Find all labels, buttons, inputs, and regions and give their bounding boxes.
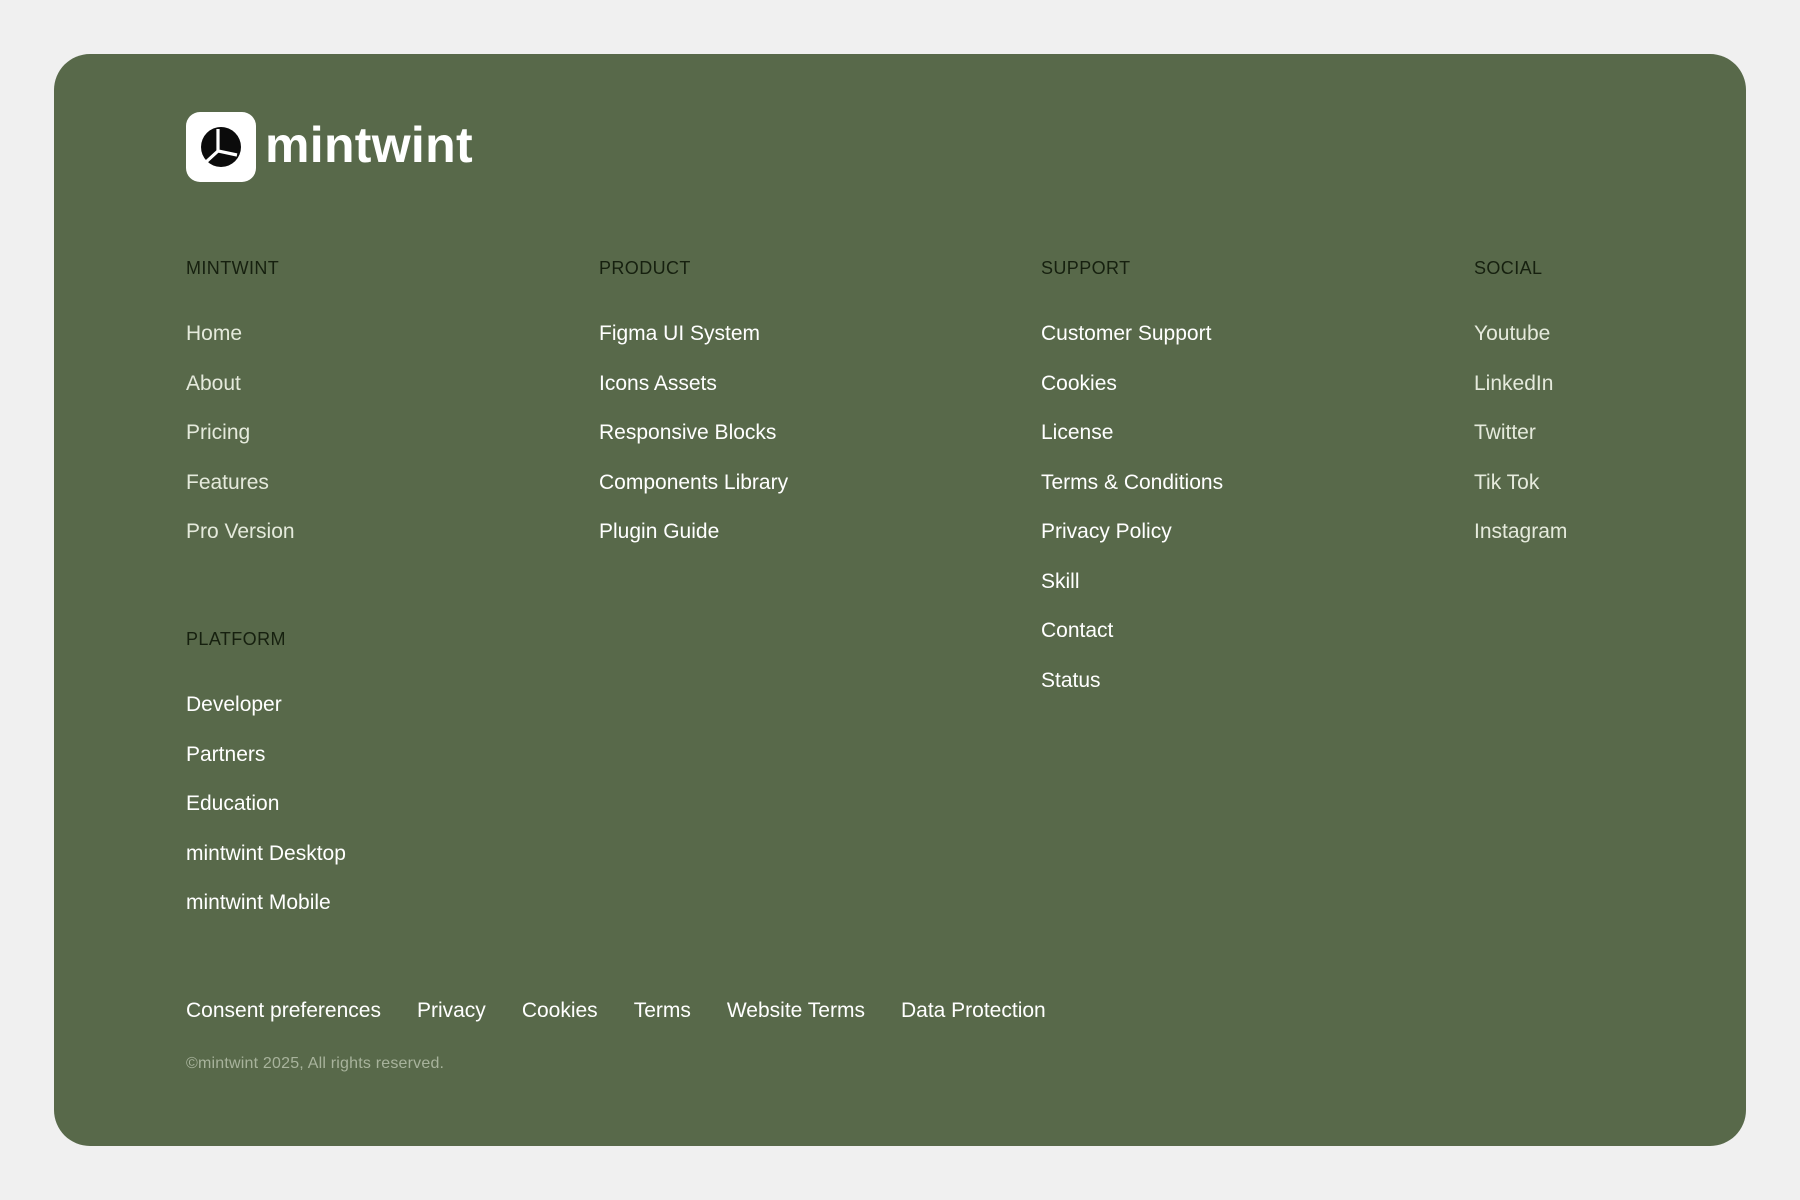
copyright-text: ©mintwint 2025, All rights reserved. bbox=[186, 1055, 445, 1072]
list-item: Developer bbox=[186, 690, 346, 740]
list-item: Contact bbox=[1041, 616, 1223, 666]
brand-name: mintwint bbox=[265, 117, 473, 173]
footer-link-about[interactable]: About bbox=[186, 372, 241, 395]
list-item: Home bbox=[186, 319, 295, 369]
list-item: Twitter bbox=[1474, 418, 1567, 468]
list-item: License bbox=[1041, 418, 1223, 468]
list-item: Figma UI System bbox=[599, 319, 788, 369]
list-item: Instagram bbox=[1474, 517, 1567, 567]
list-item: LinkedIn bbox=[1474, 369, 1567, 419]
list-item: Pricing bbox=[186, 418, 295, 468]
footer-link-contact[interactable]: Contact bbox=[1041, 619, 1113, 642]
list-item: About bbox=[186, 369, 295, 419]
list-item: mintwint Mobile bbox=[186, 888, 346, 938]
footer-column-platform: PLATFORM Developer Partners Education mi… bbox=[186, 624, 346, 938]
footer-link-icons-assets[interactable]: Icons Assets bbox=[599, 372, 717, 395]
legal-link-privacy[interactable]: Privacy bbox=[417, 996, 486, 1026]
legal-link-website-terms[interactable]: Website Terms bbox=[727, 996, 865, 1026]
legal-link-consent-preferences[interactable]: Consent preferences bbox=[186, 996, 381, 1026]
list-item: Icons Assets bbox=[599, 369, 788, 419]
list-item: mintwint Desktop bbox=[186, 839, 346, 889]
legal-link-cookies[interactable]: Cookies bbox=[522, 996, 598, 1026]
footer-link-terms-conditions[interactable]: Terms & Conditions bbox=[1041, 471, 1223, 494]
footer-link-education[interactable]: Education bbox=[186, 792, 279, 815]
list-item: Terms & Conditions bbox=[1041, 468, 1223, 518]
footer-link-partners[interactable]: Partners bbox=[186, 743, 265, 766]
footer-link-home[interactable]: Home bbox=[186, 322, 242, 345]
link-list-platform: Developer Partners Education mintwint De… bbox=[186, 690, 346, 938]
footer-link-components-library[interactable]: Components Library bbox=[599, 471, 788, 494]
list-item: Partners bbox=[186, 740, 346, 790]
footer-link-instagram[interactable]: Instagram bbox=[1474, 520, 1567, 543]
footer-link-status[interactable]: Status bbox=[1041, 669, 1101, 692]
list-item: Responsive Blocks bbox=[599, 418, 788, 468]
list-item: Components Library bbox=[599, 468, 788, 518]
list-item: Status bbox=[1041, 666, 1223, 716]
link-list-social: Youtube LinkedIn Twitter Tik Tok Instagr… bbox=[1474, 319, 1567, 567]
footer-link-skill[interactable]: Skill bbox=[1041, 570, 1080, 593]
footer-link-tik-tok[interactable]: Tik Tok bbox=[1474, 471, 1539, 494]
list-item: Customer Support bbox=[1041, 319, 1223, 369]
link-list-product: Figma UI System Icons Assets Responsive … bbox=[599, 319, 788, 567]
footer-column-mintwint: MINTWINT Home About Pricing Features Pro… bbox=[186, 253, 295, 567]
link-list-support: Customer Support Cookies License Terms &… bbox=[1041, 319, 1223, 715]
list-item: Features bbox=[186, 468, 295, 518]
legal-link-terms[interactable]: Terms bbox=[634, 996, 691, 1026]
footer-link-mintwint-mobile[interactable]: mintwint Mobile bbox=[186, 891, 331, 914]
footer-link-features[interactable]: Features bbox=[186, 471, 269, 494]
footer-link-youtube[interactable]: Youtube bbox=[1474, 322, 1550, 345]
footer-link-figma-ui-system[interactable]: Figma UI System bbox=[599, 322, 760, 345]
footer-link-pro-version[interactable]: Pro Version bbox=[186, 520, 295, 543]
column-heading-platform: PLATFORM bbox=[186, 629, 286, 649]
footer-link-license[interactable]: License bbox=[1041, 421, 1113, 444]
legal-link-data-protection[interactable]: Data Protection bbox=[901, 996, 1046, 1026]
list-item: Plugin Guide bbox=[599, 517, 788, 567]
footer-link-mintwint-desktop[interactable]: mintwint Desktop bbox=[186, 842, 346, 865]
list-item: Privacy Policy bbox=[1041, 517, 1223, 567]
footer-link-responsive-blocks[interactable]: Responsive Blocks bbox=[599, 421, 776, 444]
footer-link-cookies[interactable]: Cookies bbox=[1041, 372, 1117, 395]
footer-column-social: SOCIAL Youtube LinkedIn Twitter Tik Tok … bbox=[1474, 253, 1567, 567]
list-item: Pro Version bbox=[186, 517, 295, 567]
column-heading-social: SOCIAL bbox=[1474, 258, 1543, 278]
list-item: Education bbox=[186, 789, 346, 839]
footer-link-twitter[interactable]: Twitter bbox=[1474, 421, 1536, 444]
list-item: Skill bbox=[1041, 567, 1223, 617]
brand-logo[interactable]: mintwint bbox=[186, 112, 473, 182]
column-heading-mintwint: MINTWINT bbox=[186, 258, 280, 278]
footer: mintwint MINTWINT Home About Pricing Fea… bbox=[54, 54, 1746, 1146]
mintwint-logo-icon bbox=[186, 112, 256, 182]
legal-links: Consent preferences Privacy Cookies Term… bbox=[186, 996, 1082, 1026]
footer-link-developer[interactable]: Developer bbox=[186, 693, 282, 716]
column-heading-support: SUPPORT bbox=[1041, 258, 1131, 278]
footer-link-pricing[interactable]: Pricing bbox=[186, 421, 250, 444]
link-list-mintwint: Home About Pricing Features Pro Version bbox=[186, 319, 295, 567]
footer-link-plugin-guide[interactable]: Plugin Guide bbox=[599, 520, 719, 543]
list-item: Youtube bbox=[1474, 319, 1567, 369]
footer-link-linkedin[interactable]: LinkedIn bbox=[1474, 372, 1553, 395]
footer-column-product: PRODUCT Figma UI System Icons Assets Res… bbox=[599, 253, 788, 567]
footer-column-support: SUPPORT Customer Support Cookies License… bbox=[1041, 253, 1223, 715]
footer-link-customer-support[interactable]: Customer Support bbox=[1041, 322, 1211, 345]
column-heading-product: PRODUCT bbox=[599, 258, 691, 278]
list-item: Tik Tok bbox=[1474, 468, 1567, 518]
footer-link-privacy-policy[interactable]: Privacy Policy bbox=[1041, 520, 1172, 543]
list-item: Cookies bbox=[1041, 369, 1223, 419]
